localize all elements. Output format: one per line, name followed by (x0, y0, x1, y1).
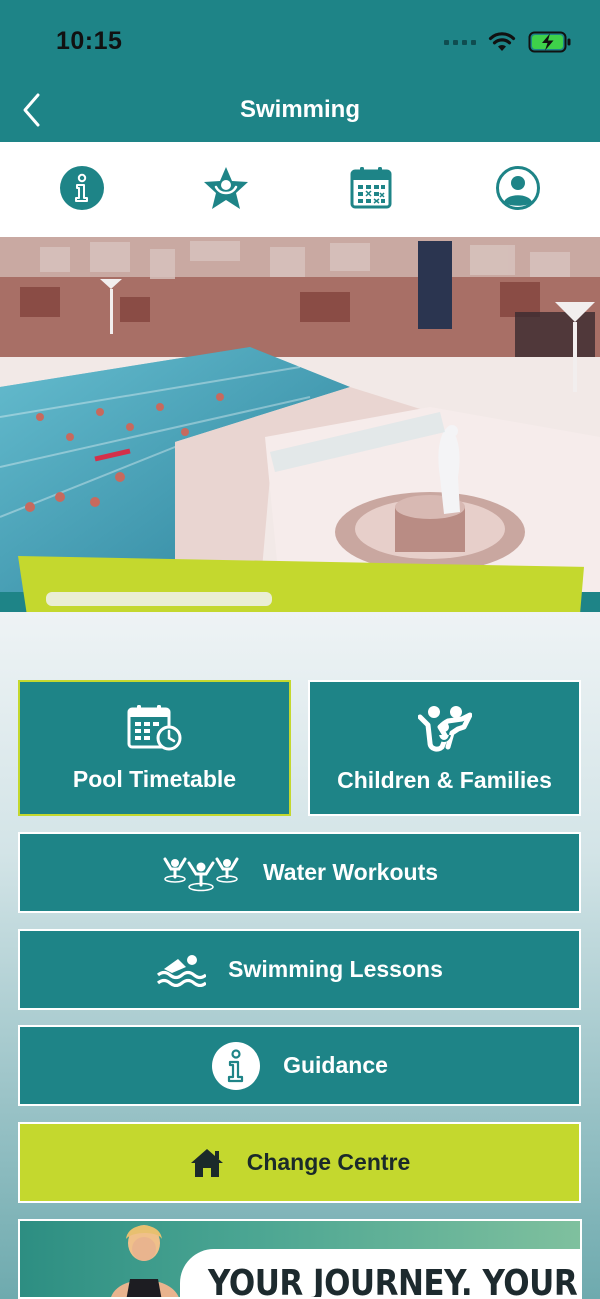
children-families-label: Children & Families (337, 766, 552, 793)
tab-profile[interactable] (494, 164, 542, 212)
hero-image (0, 237, 600, 592)
family-icon (417, 703, 472, 753)
pool-timetable-button[interactable]: Pool Timetable (18, 680, 291, 816)
promo-person-image (111, 1225, 179, 1297)
tab-info[interactable] (58, 164, 106, 212)
tab-activities[interactable] (202, 164, 250, 212)
pool-timetable-label: Pool Timetable (72, 765, 237, 792)
hero-banner-placeholder (46, 592, 272, 606)
top-bar: 10:15 Swimming (0, 0, 600, 142)
promo-headline: YOUR JOURNEY. YOUR PACE. (208, 1263, 580, 1299)
guidance-label: Guidance (283, 1052, 388, 1078)
water-workout-people-icon (161, 853, 241, 893)
children-families-button[interactable]: Children & Families (308, 680, 581, 816)
info-circle-icon (211, 1041, 261, 1091)
swimming-lessons-label: Swimming Lessons (228, 956, 443, 982)
tab-calendar[interactable] (347, 164, 395, 212)
guidance-button[interactable]: Guidance (18, 1025, 581, 1106)
signal-icon (444, 39, 476, 45)
home-icon (189, 1147, 225, 1179)
change-centre-button[interactable]: Change Centre (18, 1122, 581, 1203)
star-person-icon (204, 167, 248, 209)
user-profile-icon (496, 166, 540, 210)
swimming-lessons-button[interactable]: Swimming Lessons (18, 929, 581, 1010)
tab-bar (0, 142, 600, 237)
promo-banner[interactable]: YOUR JOURNEY. YOUR PACE. (18, 1219, 582, 1299)
swimmer-icon (156, 953, 207, 987)
wifi-icon (488, 32, 516, 51)
water-workouts-button[interactable]: Water Workouts (18, 832, 581, 913)
status-icons (444, 28, 572, 56)
calendar-icon (350, 167, 392, 209)
status-time: 10:15 (56, 27, 123, 55)
pool-photo (0, 237, 600, 592)
battery-charging-icon (528, 31, 571, 53)
water-workouts-label: Water Workouts (262, 859, 439, 885)
page-title: Swimming (239, 96, 360, 123)
timetable-calendar-icon (127, 704, 183, 752)
info-icon (60, 166, 104, 210)
change-centre-label: Change Centre (246, 1149, 411, 1175)
